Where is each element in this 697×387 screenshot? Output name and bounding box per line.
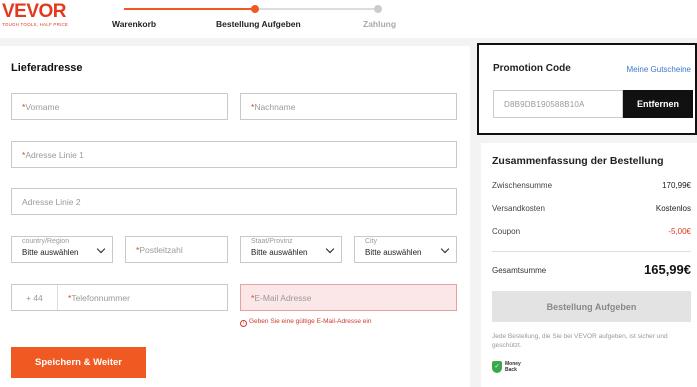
- phone-placeholder: *Telefonnummer: [68, 293, 130, 303]
- state-select[interactable]: Staat/Provinz Bitte auswählen: [240, 236, 342, 263]
- remove-promo-button[interactable]: Entfernen: [623, 90, 693, 118]
- step-cart[interactable]: Warenkorb: [112, 19, 156, 29]
- email-error-message: ! Geben Sie eine gültige E-Mail-Adresse e…: [240, 318, 371, 327]
- address-line-1-placeholder: *Adresse Linie 1: [22, 150, 84, 160]
- total-value: 165,99€: [644, 262, 691, 277]
- country-value: Bitte auswählen: [22, 248, 79, 257]
- phone-placeholder-text: Telefonnummer: [71, 293, 130, 303]
- checkout-header: VEVOR TOUGH TOOLS, HALF PRICE Warenkorb …: [0, 0, 697, 38]
- chevron-down-icon: [325, 244, 335, 254]
- last-name-placeholder: *Nachname: [251, 102, 296, 112]
- postal-code-placeholder-text: Postleitzahl: [139, 245, 183, 255]
- step-place-order: Bestellung Aufgeben: [216, 19, 301, 29]
- step-dot-pending: [374, 5, 382, 13]
- checkout-progress: Warenkorb Bestellung Aufgeben Zahlung: [110, 0, 410, 38]
- my-coupons-link[interactable]: Meine Gutscheine: [627, 65, 691, 74]
- shield-icon: ✓: [492, 361, 502, 373]
- first-name-field[interactable]: *Vorname: [11, 93, 228, 120]
- step-payment: Zahlung: [363, 19, 397, 29]
- country-label: country/Region: [20, 238, 72, 245]
- address-line-1-field[interactable]: *Adresse Linie 1: [11, 141, 457, 168]
- postal-code-placeholder: *Postleitzahl: [136, 245, 183, 255]
- badge-text: Money Back: [505, 361, 521, 373]
- shipping-address-form: Lieferadresse *Vorname *Nachname *Adress…: [0, 46, 470, 387]
- state-value: Bitte auswählen: [251, 248, 308, 257]
- section-title: Lieferadresse: [11, 62, 83, 74]
- last-name-field[interactable]: *Nachname: [240, 93, 457, 120]
- subtotal-row: Zwischensumme 170,99€: [492, 181, 691, 190]
- promo-code-value: D8B9DB190588B10A: [504, 100, 585, 109]
- progress-line-done: [124, 8, 254, 10]
- promotion-code-box: Promotion Code Meine Gutscheine D8B9DB19…: [477, 43, 697, 135]
- first-name-placeholder-text: Vorname: [25, 102, 60, 112]
- phone-prefix-value: + 44: [26, 293, 43, 303]
- promo-title: Promotion Code: [493, 63, 571, 74]
- phone-prefix[interactable]: + 44: [12, 285, 58, 310]
- save-continue-button[interactable]: Speichern & Weiter: [11, 347, 146, 378]
- chevron-down-icon: [440, 244, 450, 254]
- logo-tagline: TOUGH TOOLS, HALF PRICE: [2, 22, 69, 27]
- place-order-button[interactable]: Bestellung Aufgeben: [492, 291, 691, 322]
- badge-line-2: Back: [505, 367, 517, 373]
- money-back-badge: ✓ Money Back: [492, 361, 521, 373]
- email-field[interactable]: *E-Mail Adresse: [240, 284, 457, 311]
- city-label: City: [363, 238, 380, 245]
- address-line-2-placeholder: Adresse Linie 2: [22, 197, 81, 207]
- coupon-row: Coupon -5,00€: [492, 227, 691, 236]
- promo-code-input[interactable]: D8B9DB190588B10A: [493, 90, 623, 118]
- error-icon: !: [240, 320, 247, 327]
- coupon-label: Coupon: [492, 227, 521, 236]
- address-line-2-field[interactable]: Adresse Linie 2: [11, 188, 457, 215]
- security-note: Jede Bestellung, die Sie bei VEVOR aufge…: [492, 333, 668, 349]
- address-line-1-placeholder-text: Adresse Linie 1: [25, 150, 84, 160]
- city-select[interactable]: City Bitte auswählen: [354, 236, 457, 263]
- city-value: Bitte auswählen: [365, 248, 422, 257]
- first-name-placeholder: *Vorname: [22, 102, 60, 112]
- shipping-label: Versandkosten: [492, 204, 545, 213]
- subtotal-value: 170,99€: [662, 181, 691, 190]
- shipping-row: Versandkosten Kostenlos: [492, 204, 691, 213]
- shipping-value: Kostenlos: [655, 204, 691, 213]
- total-row: Gesamtsumme 165,99€: [492, 262, 691, 277]
- progress-line-pending: [254, 8, 378, 10]
- logo-text: VEVOR: [2, 1, 67, 22]
- summary-title: Zusammenfassung der Bestellung: [492, 155, 664, 167]
- order-summary: Zusammenfassung der Bestellung Zwischens…: [481, 143, 697, 387]
- chevron-down-icon: [96, 244, 106, 254]
- country-select[interactable]: country/Region Bitte auswählen: [11, 236, 113, 263]
- postal-code-field[interactable]: *Postleitzahl: [125, 236, 228, 263]
- phone-field[interactable]: + 44 *Telefonnummer: [11, 284, 228, 311]
- vevor-logo[interactable]: VEVOR TOUGH TOOLS, HALF PRICE: [2, 2, 68, 27]
- last-name-placeholder-text: Nachname: [254, 102, 296, 112]
- total-label: Gesamtsumme: [492, 266, 547, 275]
- coupon-value: -5,00€: [668, 227, 691, 236]
- email-placeholder-text: E-Mail Adresse: [254, 293, 312, 303]
- email-placeholder: *E-Mail Adresse: [251, 293, 312, 303]
- summary-divider: [492, 251, 691, 252]
- email-error-text: Geben Sie eine gültige E-Mail-Adresse ei…: [249, 318, 372, 325]
- state-label: Staat/Provinz: [249, 238, 295, 245]
- step-dot-current: [251, 5, 259, 13]
- subtotal-label: Zwischensumme: [492, 181, 553, 190]
